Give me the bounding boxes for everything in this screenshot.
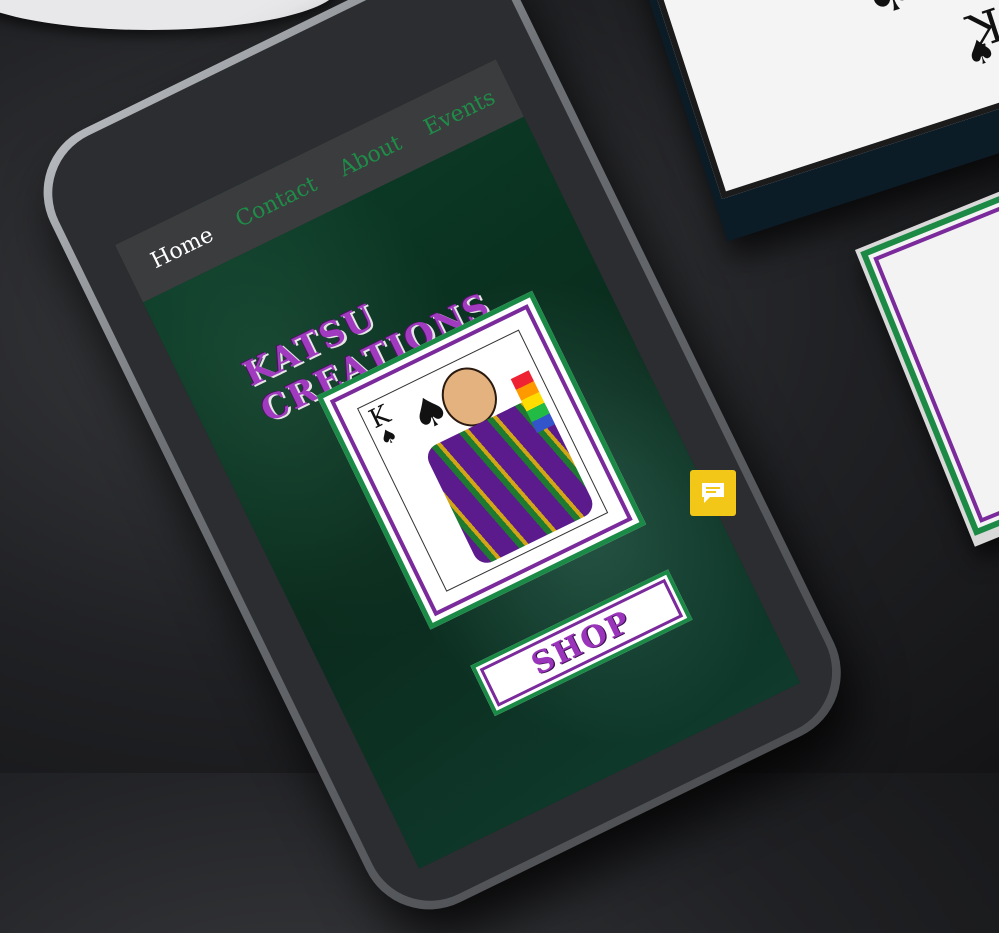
plate-decor <box>0 0 340 30</box>
nav-about[interactable]: About <box>335 130 405 182</box>
nav-events[interactable]: Events <box>420 85 499 141</box>
nav-home[interactable]: Home <box>147 222 218 274</box>
chat-bubble-icon[interactable] <box>690 470 736 516</box>
chat-glyph <box>702 483 724 503</box>
phone-screen: Home Contact About Events KATSU CREATION… <box>114 59 801 869</box>
spade-icon: ♠ <box>852 0 929 34</box>
king-card-art: K ♠ ♠ <box>357 329 609 592</box>
card-stack-top: ♠ K ♠ <box>610 0 999 242</box>
king-of-spades-card: ♠ K ♠ <box>620 0 999 199</box>
card-stack-bottom <box>855 160 999 547</box>
blank-card <box>860 165 999 536</box>
